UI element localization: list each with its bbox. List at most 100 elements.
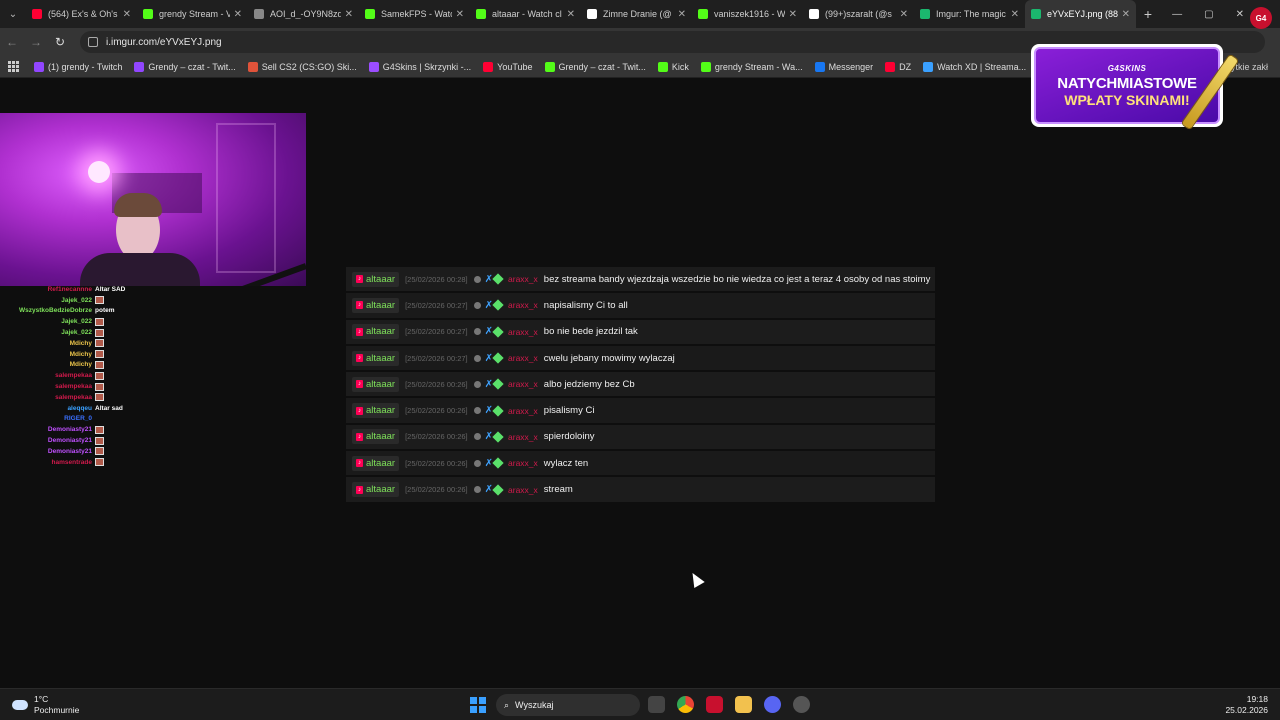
task-view-icon[interactable] [648, 696, 665, 713]
bookmark-0[interactable]: (1) grendy - Twitch [34, 61, 123, 72]
chat-log-text: albo jedziemy bez Cb [543, 378, 635, 390]
discord-icon[interactable] [764, 696, 781, 713]
tab-4[interactable]: altaaar - Watch cl ✕ [470, 0, 581, 28]
bookmark-label: Watch XD | Streama... [937, 61, 1027, 72]
site-info-icon[interactable] [88, 37, 98, 47]
bookmark-4[interactable]: YouTube [483, 61, 533, 72]
chat-moderator: araxx_x [508, 353, 538, 364]
side-chat-row: Demoniasty21 [0, 446, 160, 457]
side-chat-row: RIGER_0 [0, 414, 160, 425]
tab-search-button[interactable]: ⌄ [0, 0, 26, 28]
chat-username: salempekaa [55, 372, 92, 380]
tab-0[interactable]: (564) Ex's & Oh's ✕ [26, 0, 137, 28]
bookmark-label: Kick [671, 61, 689, 72]
pinned-apps [648, 696, 810, 713]
tab-1[interactable]: grendy Stream - V ✕ [137, 0, 248, 28]
back-button[interactable]: ← [0, 35, 24, 49]
bookmark-icon [247, 61, 258, 72]
minimize-button[interactable]: — [1172, 9, 1182, 20]
info-icon [473, 433, 481, 441]
chat-log-text: wylacz ten [543, 457, 589, 469]
tab-2[interactable]: AOI_d_-OY9N8zd ✕ [248, 0, 359, 28]
chat-moderator: araxx_x [508, 405, 538, 416]
side-chat-row: salempekaa [0, 370, 160, 381]
info-icon [473, 459, 481, 467]
chat-user-pill: ♪ altaaar [352, 429, 400, 445]
bookmark-label: Grendy – czat - Twit... [148, 61, 236, 72]
side-chat-row: Mdichy [0, 349, 160, 360]
clock-date: 25.02.2026 [1225, 705, 1268, 715]
all-bookmarks-link[interactable]: ytkie zakł [1231, 62, 1268, 72]
stream-chat-overlay: Ref1necannne Altar SAD Jajek_022 Wszystk… [0, 284, 160, 468]
cloud-icon [12, 700, 28, 710]
close-tab-icon[interactable]: ✕ [1122, 9, 1130, 20]
bookmark-5[interactable]: Grendy – czat - Twit... [544, 61, 646, 72]
bookmark-6[interactable]: Kick [657, 61, 689, 72]
taskbar-search[interactable]: ⌕ Wyszukaj [496, 694, 640, 716]
apps-grid-icon[interactable] [8, 60, 20, 73]
side-chat-row: WszystkoBedzieDobrze potem [0, 306, 160, 317]
tab-3[interactable]: SamekFPS - Watc ✕ [359, 0, 470, 28]
close-tab-icon[interactable]: ✕ [567, 9, 575, 20]
chat-timestamp: [25/02/2026 00:26] [405, 406, 468, 416]
side-chat-row: Ref1necannne Altar SAD [0, 284, 160, 295]
imgur-icon [920, 9, 930, 19]
chrome-icon[interactable] [677, 696, 694, 713]
maximize-button[interactable]: ▢ [1204, 9, 1213, 20]
close-window-button[interactable]: ✕ [1236, 9, 1244, 20]
tab-9[interactable]: eYVxEYJ.png (88 ✕ [1025, 0, 1136, 28]
bookmark-10[interactable]: Watch XD | Streama... [923, 61, 1027, 72]
bookmark-7[interactable]: grendy Stream - Wa... [700, 61, 803, 72]
tiktok-icon [809, 9, 819, 19]
chat-message: potem [95, 307, 115, 315]
chat-log-row: ♪ altaaar [25/02/2026 00:26] ✗ araxx_x a… [346, 372, 935, 399]
forward-button[interactable]: → [24, 35, 48, 49]
steam-icon[interactable] [793, 696, 810, 713]
emote-icon [95, 436, 104, 445]
emote-icon [95, 393, 104, 402]
tiktok-icon: ♪ [356, 301, 363, 310]
bookmark-icon [34, 61, 44, 72]
emote-icon [95, 317, 104, 326]
weather-widget[interactable]: 1°C Pochmurnie [12, 694, 79, 716]
bookmark-8[interactable]: Messenger [814, 61, 873, 72]
close-tab-icon[interactable]: ✕ [456, 9, 464, 20]
file-explorer-icon[interactable] [735, 696, 752, 713]
bookmark-9[interactable]: DZ [885, 61, 911, 72]
reload-button[interactable]: ↻ [48, 35, 72, 49]
bookmark-1[interactable]: Grendy – czat - Twit... [134, 61, 236, 72]
side-chat-row: Mdichy [0, 360, 160, 371]
start-button[interactable] [470, 697, 486, 713]
tab-6[interactable]: vaniszek1916 - W ✕ [692, 0, 803, 28]
tab-5[interactable]: Zimne Dranie (@ ✕ [581, 0, 692, 28]
chat-message: Altar SAD [95, 285, 126, 293]
tab-8[interactable]: Imgur: The magic ✕ [914, 0, 1025, 28]
side-chat-row: Mdichy [0, 338, 160, 349]
tiktok-icon: ♪ [356, 275, 363, 284]
tab-7[interactable]: (99+)szaralt (@s ✕ [803, 0, 914, 28]
close-tab-icon[interactable]: ✕ [345, 9, 353, 20]
chat-log-user: altaaar [366, 326, 396, 338]
extension-badge-icon[interactable]: G4 [1250, 7, 1272, 29]
arc-icon[interactable] [706, 696, 723, 713]
bookmark-label: G4Skins | Skrzynki -... [382, 61, 472, 72]
bookmark-3[interactable]: G4Skins | Skrzynki -... [368, 61, 472, 72]
close-tab-icon[interactable]: ✕ [789, 9, 797, 20]
close-tab-icon[interactable]: ✕ [1011, 9, 1019, 20]
close-tab-icon[interactable]: ✕ [678, 9, 686, 20]
bookmark-label: (1) grendy - Twitch [48, 61, 123, 72]
system-clock[interactable]: 19:18 25.02.2026 [1225, 694, 1268, 716]
bookmark-icon [544, 61, 555, 72]
chat-user-pill: ♪ altaaar [352, 376, 400, 392]
bookmark-2[interactable]: Sell CS2 (CS:GO) Ski... [247, 61, 357, 72]
chat-timestamp: [25/02/2026 00:28] [405, 274, 468, 284]
bookmark-icon [483, 61, 494, 72]
close-tab-icon[interactable]: ✕ [234, 9, 242, 20]
new-tab-button[interactable]: + [1136, 6, 1160, 22]
chat-log-user: altaaar [366, 484, 396, 496]
chat-user-pill: ♪ altaaar [352, 350, 400, 366]
image-icon [1031, 9, 1041, 19]
close-tab-icon[interactable]: ✕ [123, 9, 131, 20]
close-tab-icon[interactable]: ✕ [900, 9, 908, 20]
promo-brand: G4SKINS [1107, 63, 1147, 73]
